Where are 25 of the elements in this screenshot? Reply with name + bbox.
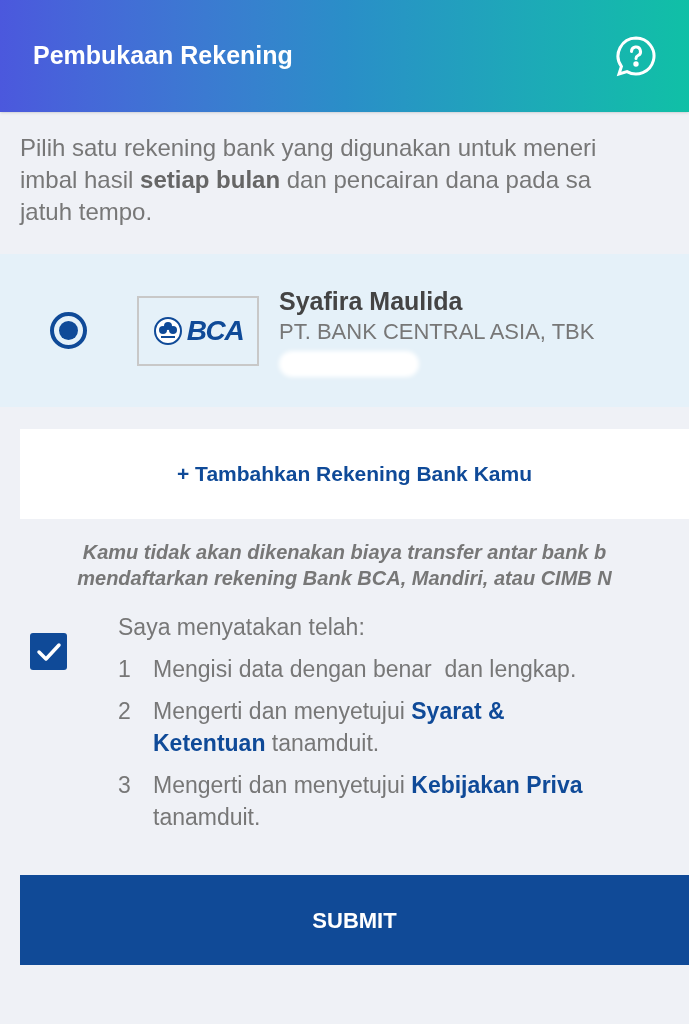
agreement-text: Mengerti dan menyetujui Syarat & bbox=[153, 697, 505, 726]
emblem-icon bbox=[152, 315, 183, 346]
bank-name: PT. BANK CENTRAL ASIA, TBK bbox=[279, 317, 595, 346]
check-icon bbox=[35, 641, 62, 662]
agree-checkbox[interactable] bbox=[30, 633, 67, 670]
intro-text: Pilih satu rekening bank yang digunakan untuk meneri bbox=[20, 133, 598, 163]
agreement-text: Ketentuan tanamduit. bbox=[153, 729, 381, 758]
add-account-button[interactable]: + Tambahkan Rekening Bank Kamu bbox=[20, 429, 689, 519]
item-number: 3 bbox=[118, 771, 132, 800]
submit-button[interactable]: SUBMIT bbox=[20, 875, 689, 965]
agreement-text: tanamduit. bbox=[153, 803, 262, 832]
page-title: Pembukaan Rekening bbox=[33, 40, 293, 72]
radio-button[interactable] bbox=[50, 312, 87, 349]
agreement-text: Mengerti dan menyetujui Kebijakan Priva bbox=[153, 771, 583, 800]
agreement-heading: Saya menyatakan telah: bbox=[118, 613, 366, 642]
intro-text: imbal hasil setiap bulan dan pencairan dana pada sa bbox=[20, 165, 592, 195]
agreement-text: Mengisi data dengan benar dan lengkap. bbox=[153, 655, 577, 684]
item-number: 1 bbox=[118, 655, 132, 684]
item-number: 2 bbox=[118, 697, 132, 726]
account-name: Syafira Maulida bbox=[279, 285, 464, 317]
note-text: mendaftarkan rekening Bank BCA, Mandiri, atau CIMB N bbox=[77, 566, 612, 591]
note-text: Kamu tidak akan dikenakan biaya transfer antar bank b bbox=[82, 540, 607, 565]
intro-text: jatuh tempo. bbox=[20, 197, 154, 227]
logo-text: BCA bbox=[186, 313, 244, 348]
account-card[interactable]: BCA Syafira Maulida PT. BANK CENTRAL ASIA, TBK bbox=[0, 254, 689, 407]
